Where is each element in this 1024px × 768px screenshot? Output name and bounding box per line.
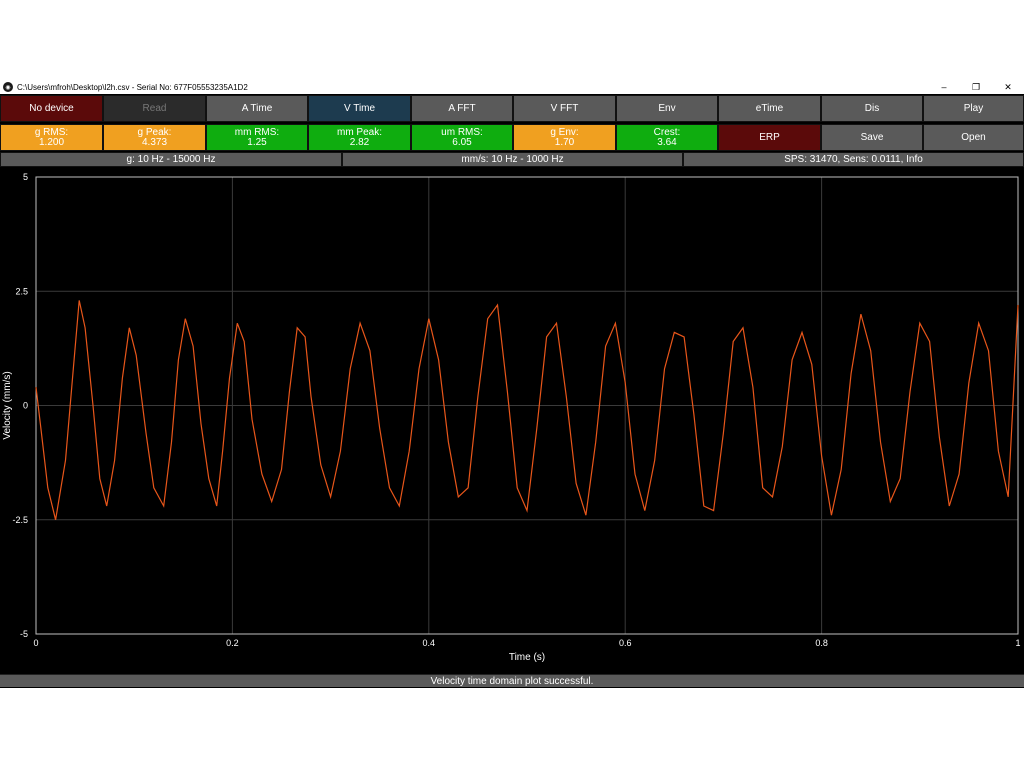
metric-g-env: g Env: 1.70 [513, 124, 616, 151]
metric-crest: Crest: 3.64 [616, 124, 718, 151]
dis-button[interactable]: Dis [821, 95, 923, 122]
y-axis-ticks: 5 2.5 0 -2.5 -5 [12, 172, 28, 639]
v-fft-button[interactable]: V FFT [513, 95, 616, 122]
g-range-label: g: 10 Hz - 15000 Hz [0, 152, 342, 167]
metric-label: Crest: [653, 126, 681, 138]
env-button[interactable]: Env [616, 95, 718, 122]
metric-value: 1.200 [38, 136, 65, 148]
y-tick-label: 5 [23, 172, 28, 182]
close-icon[interactable]: ✕ [992, 80, 1024, 94]
x-axis-ticks: 0 0.2 0.4 0.6 0.8 1 [33, 638, 1020, 648]
title-bar: ◉ C:\Users\mfroh\Desktop\l2h.csv - Seria… [0, 80, 1024, 94]
x-tick-label: 0.6 [619, 638, 632, 648]
metrics-bar: g RMS: 1.200 g Peak: 4.373 mm RMS: 1.25 mm … [0, 124, 1024, 151]
read-button[interactable]: Read [103, 95, 206, 122]
y-tick-label: 0 [23, 401, 28, 411]
velocity-series-line [35, 300, 1019, 520]
metric-label: g RMS: [34, 126, 69, 138]
save-button[interactable]: Save [821, 124, 923, 151]
minimize-icon[interactable]: – [928, 80, 960, 94]
metric-value: 6.05 [452, 136, 472, 148]
y-tick-label: 2.5 [15, 286, 28, 296]
y-axis-label: Velocity (mm/s) [2, 371, 13, 439]
etime-button[interactable]: eTime [718, 95, 821, 122]
y-tick-label: -5 [20, 629, 28, 639]
velocity-time-chart[interactable]: 5 2.5 0 -2.5 -5 0 0.2 0.4 0.6 0.8 1 Time (s) Velo… [0, 168, 1024, 673]
mms-range-label: mm/s: 10 Hz - 1000 Hz [342, 152, 683, 167]
y-tick-label: -2.5 [12, 515, 28, 525]
a-time-button[interactable]: A Time [206, 95, 308, 122]
metric-g-rms: g RMS: 1.200 [0, 124, 103, 151]
metric-g-peak: g Peak: 4.373 [103, 124, 206, 151]
x-axis-label: Time (s) [509, 652, 545, 663]
metric-mm-peak: mm Peak: 2.82 [308, 124, 411, 151]
window-title: C:\Users\mfroh\Desktop\l2h.csv - Serial … [17, 82, 248, 92]
device-status-button[interactable]: No device [0, 95, 103, 122]
metric-mm-rms: mm RMS: 1.25 [206, 124, 308, 151]
metric-label: mm RMS: [234, 126, 280, 138]
x-tick-label: 0 [33, 638, 38, 648]
v-time-button[interactable]: V Time [308, 95, 411, 122]
metric-um-rms: um RMS: 6.05 [411, 124, 513, 151]
metric-value: 3.64 [657, 136, 677, 148]
metric-value: 4.373 [141, 136, 168, 148]
metric-value: 1.70 [554, 136, 575, 148]
chart-grid [35, 176, 1019, 635]
metric-value: 1.25 [247, 136, 267, 148]
erp-button[interactable]: ERP [718, 124, 821, 151]
play-button[interactable]: Play [923, 95, 1024, 122]
a-fft-button[interactable]: A FFT [411, 95, 513, 122]
restore-icon[interactable]: ❐ [960, 80, 992, 94]
x-tick-label: 0.4 [423, 638, 436, 648]
app-window: ◉ C:\Users\mfroh\Desktop\l2h.csv - Seria… [0, 80, 1024, 688]
open-button[interactable]: Open [923, 124, 1024, 151]
app-logo-icon: ◉ [3, 82, 13, 92]
x-tick-label: 1 [1015, 638, 1020, 648]
metric-label: um RMS: [441, 126, 483, 138]
status-bar: Velocity time domain plot successful. [0, 674, 1024, 687]
info-bar: g: 10 Hz - 15000 Hz mm/s: 10 Hz - 1000 H… [0, 152, 1024, 167]
sps-info-button[interactable]: SPS: 31470, Sens: 0.0111, Info [683, 152, 1024, 167]
mode-toolbar: No device Read A Time V Time A FFT V FFT… [0, 95, 1024, 122]
metric-label: g Env: [550, 126, 579, 138]
metric-label: g Peak: [137, 126, 172, 138]
metric-value: 2.82 [349, 136, 370, 148]
x-tick-label: 0.2 [226, 638, 239, 648]
metric-label: mm Peak: [336, 126, 382, 138]
x-tick-label: 0.8 [815, 638, 828, 648]
